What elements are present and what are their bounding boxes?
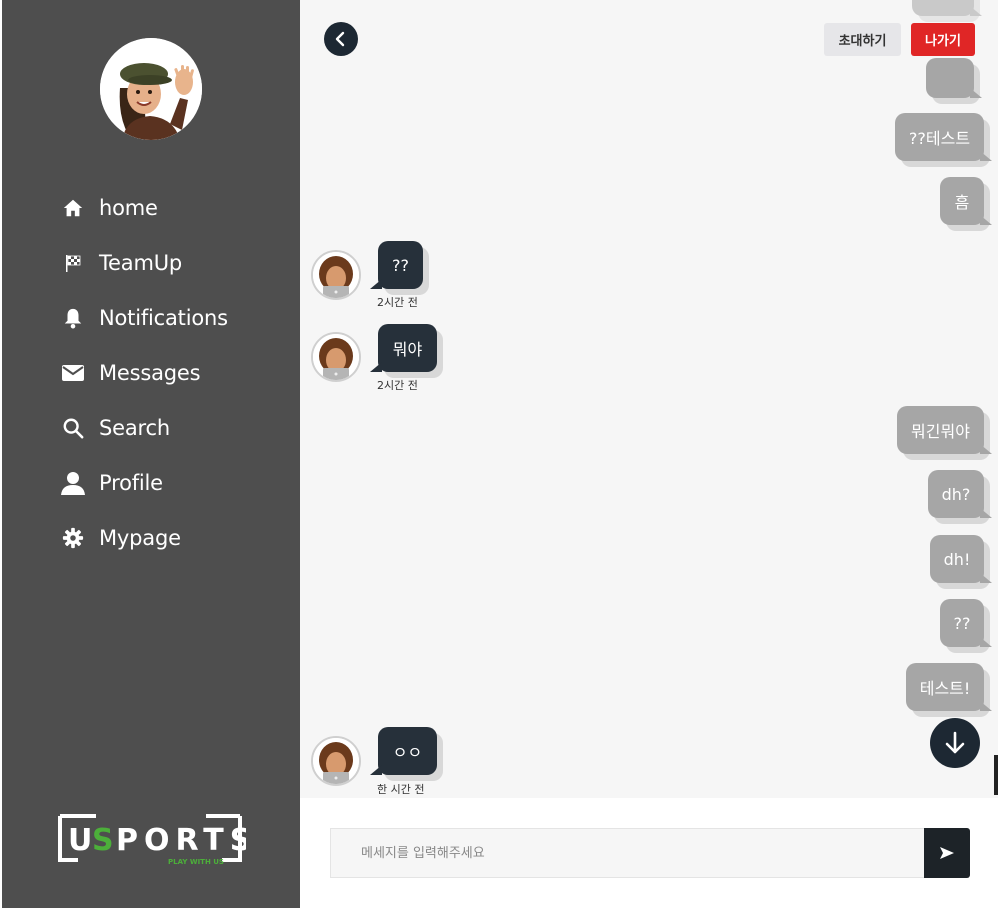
back-button[interactable] — [324, 22, 358, 56]
sidebar-item-label: Notifications — [99, 305, 228, 330]
profile-avatar[interactable] — [100, 38, 202, 140]
message-composer — [300, 798, 998, 908]
sidebar-item-teamup[interactable]: TeamUp — [60, 235, 228, 290]
message-input[interactable] — [330, 828, 924, 878]
sidebar-item-label: Mypage — [99, 525, 181, 550]
sender-avatar[interactable] — [311, 332, 361, 382]
scrollbar[interactable] — [994, 755, 998, 795]
home-icon — [60, 195, 86, 221]
message-bubble-other: 뭐야 — [370, 324, 437, 372]
usports-logo[interactable]: U S PORTS PLAY WITH US — [56, 808, 251, 868]
message-bubble-mine-partial — [912, 0, 982, 16]
sidebar-item-label: home — [99, 195, 158, 220]
sidebar-item-profile[interactable]: Profile — [60, 455, 228, 510]
bell-icon — [60, 305, 86, 331]
search-icon — [60, 415, 86, 441]
sidebar-item-label: TeamUp — [99, 250, 183, 275]
send-button[interactable] — [924, 828, 970, 878]
sidebar: home TeamUp Notifications Messages Searc… — [0, 0, 300, 908]
gear-icon — [60, 525, 86, 551]
message-bubble-mine-partial — [926, 58, 982, 98]
svg-text:PORTS: PORTS — [116, 823, 246, 858]
exit-button[interactable]: 나가기 — [911, 23, 975, 56]
svg-text:S: S — [92, 823, 114, 858]
message-bubble-mine: 뭐긴뭐야 — [897, 406, 992, 454]
message-bubble-mine: 테스트! — [906, 663, 992, 711]
sidebar-item-label: Profile — [99, 470, 163, 495]
sidebar-item-home[interactable]: home — [60, 180, 228, 235]
sender-avatar[interactable] — [311, 250, 361, 300]
chat-window[interactable]: 초대하기 나가기 ??테스트 흠 ?? 2시간 전 뭐야 2시간 전 뭐긴뭐야 … — [300, 0, 998, 798]
message-bubble-mine: dh! — [930, 535, 992, 583]
invite-button[interactable]: 초대하기 — [824, 23, 901, 56]
message-bubble-mine: 흠 — [940, 177, 992, 225]
svg-text:PLAY WITH US: PLAY WITH US — [168, 858, 224, 866]
sidebar-item-search[interactable]: Search — [60, 400, 228, 455]
message-timestamp: 한 시간 전 — [377, 783, 425, 796]
message-timestamp: 2시간 전 — [377, 379, 418, 392]
user-icon — [60, 470, 86, 496]
sidebar-item-mypage[interactable]: Mypage — [60, 510, 228, 565]
sender-avatar[interactable] — [311, 736, 361, 786]
sidebar-nav: home TeamUp Notifications Messages Searc… — [60, 180, 228, 565]
sidebar-item-label: Messages — [99, 360, 201, 385]
scroll-to-bottom-button[interactable] — [930, 718, 980, 768]
chevron-left-icon — [335, 31, 345, 47]
send-icon — [940, 847, 954, 859]
message-bubble-mine: dh? — [928, 470, 992, 518]
sidebar-item-label: Search — [99, 415, 170, 440]
arrow-down-icon — [945, 731, 965, 754]
message-timestamp: 2시간 전 — [377, 296, 418, 309]
message-bubble-mine: ?? — [940, 599, 992, 647]
message-bubble-other: ㅇㅇ — [370, 727, 437, 775]
checkered-flag-icon — [60, 250, 86, 276]
message-bubble-other: ?? — [370, 241, 423, 289]
sidebar-item-messages[interactable]: Messages — [60, 345, 228, 400]
envelope-icon — [60, 360, 86, 386]
message-bubble-mine: ??테스트 — [895, 113, 992, 161]
sidebar-item-notifications[interactable]: Notifications — [60, 290, 228, 345]
sidebar-edge — [0, 0, 2, 908]
